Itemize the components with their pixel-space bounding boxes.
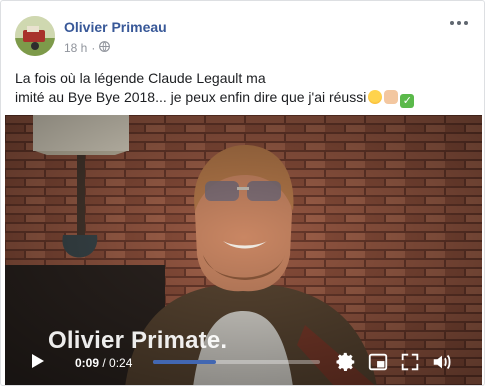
author-name[interactable]: Olivier Primeau	[64, 19, 167, 35]
raised-hands-emoji-icon	[384, 90, 399, 104]
video-time: 0:09 / 0:24	[75, 356, 133, 370]
check-mark-emoji-icon: ✓	[400, 94, 415, 108]
progress-fill	[153, 360, 216, 364]
author-avatar[interactable]	[15, 16, 55, 56]
globe-icon[interactable]	[99, 41, 111, 55]
video-player[interactable]: Olivier Primate. 0:09 / 0:24	[5, 115, 482, 385]
laughing-emoji-icon	[368, 90, 383, 104]
gear-icon[interactable]	[335, 351, 357, 373]
current-time: 0:09	[75, 356, 100, 370]
progress-bar[interactable]	[153, 360, 320, 364]
post-meta: 18 h ·	[64, 41, 111, 55]
picture-in-picture-icon[interactable]	[367, 351, 389, 373]
caption-text: imité au Bye Bye 2018... je peux enfin d…	[15, 89, 367, 105]
duration: 0:24	[109, 356, 133, 370]
fullscreen-icon[interactable]	[399, 351, 421, 373]
facebook-post: Olivier Primeau 18 h · La fois où la lég…	[0, 0, 485, 386]
play-icon[interactable]	[31, 353, 45, 369]
post-caption: La fois où la légende Claude Legault ma …	[15, 69, 470, 108]
caption-line: imité au Bye Bye 2018... je peux enfin d…	[15, 88, 470, 108]
more-options-icon[interactable]	[448, 15, 470, 31]
caption-line: La fois où la légende Claude Legault ma	[15, 70, 266, 86]
post-time[interactable]: 18 h	[64, 41, 87, 55]
meta-separator: ·	[91, 41, 96, 55]
volume-icon[interactable]	[431, 351, 453, 373]
video-controls: 0:09 / 0:24	[5, 343, 482, 383]
